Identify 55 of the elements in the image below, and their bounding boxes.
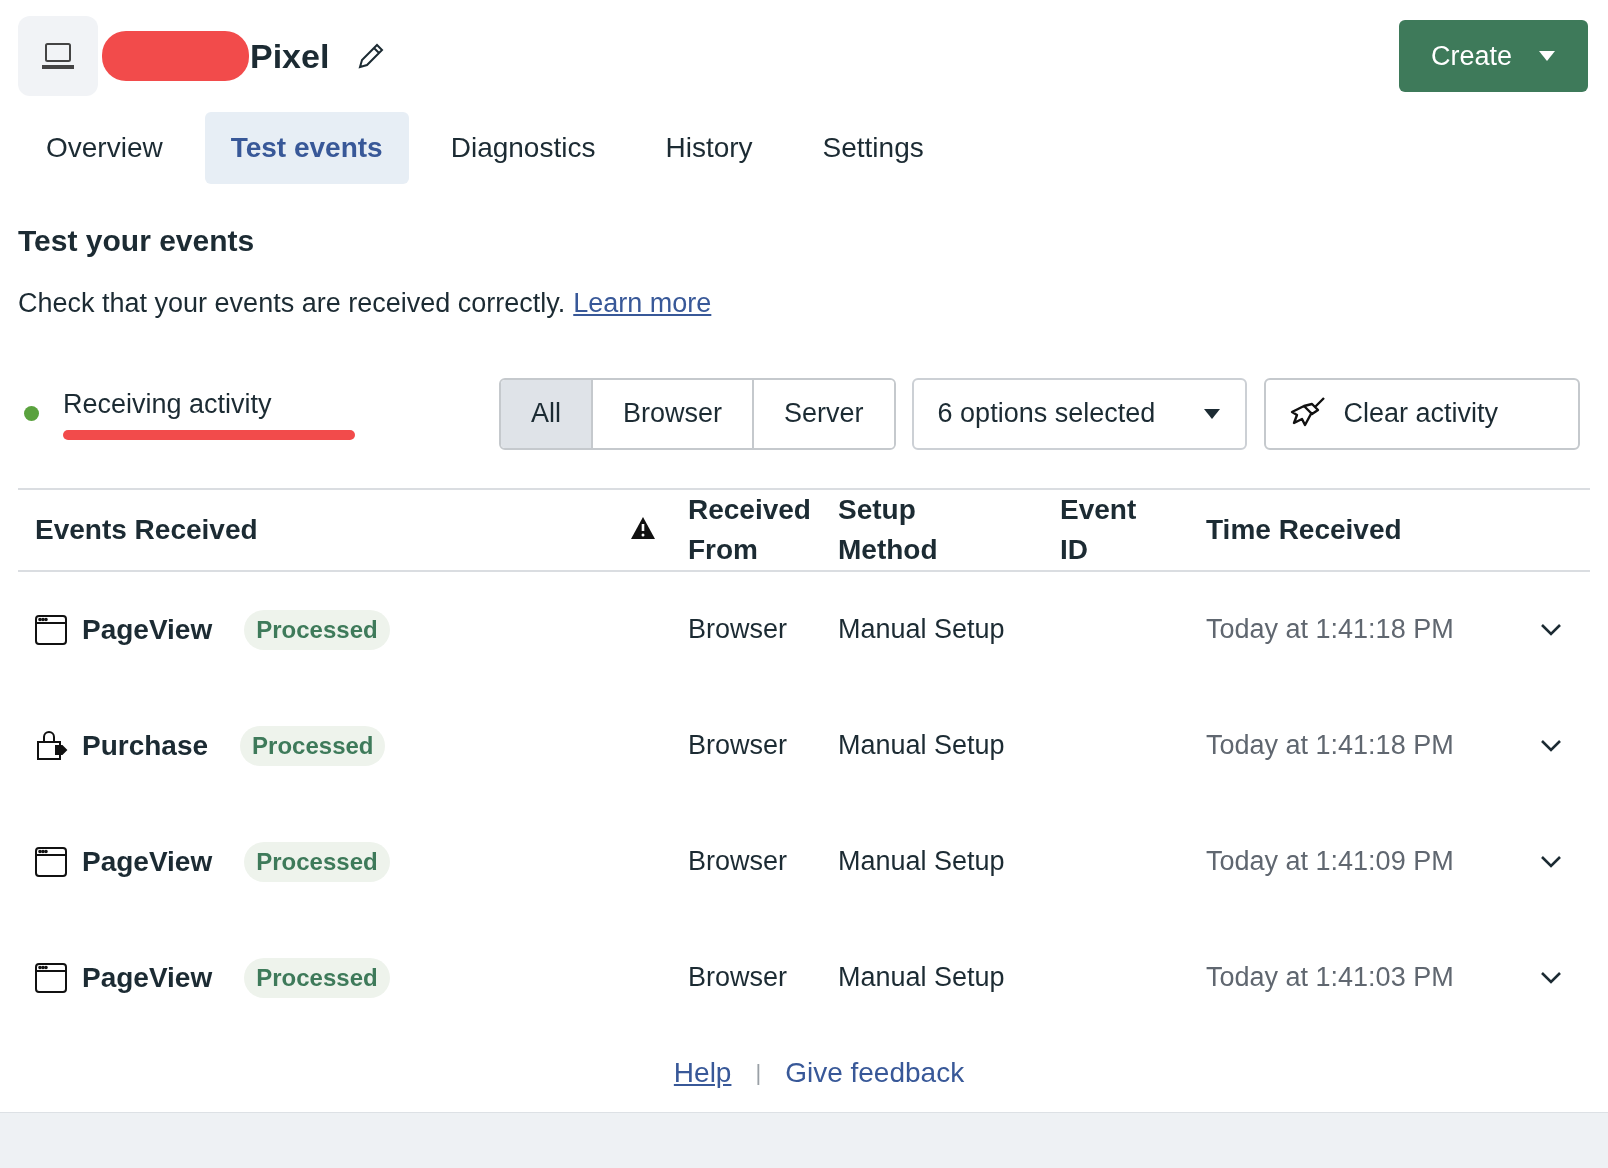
table-cell-text: Today at 1:41:18 PM bbox=[1206, 729, 1455, 763]
table-cell-text: Manual Setup bbox=[838, 845, 1006, 879]
column-header: Events Received bbox=[34, 512, 259, 547]
chevron-down-icon[interactable] bbox=[1540, 738, 1562, 753]
status-badge: Processed bbox=[240, 725, 386, 766]
link-separator: | bbox=[755, 1059, 762, 1087]
table-cell-text: Browser bbox=[688, 961, 789, 995]
tab[interactable]: Test events bbox=[204, 112, 409, 184]
chevron-down-icon[interactable] bbox=[1540, 622, 1562, 637]
table-cell-text: Manual Setup bbox=[838, 729, 1006, 763]
options-dropdown[interactable]: 6 options selected bbox=[911, 377, 1247, 450]
status-badge: Processed bbox=[244, 957, 390, 998]
tab[interactable]: Settings bbox=[794, 112, 952, 184]
pixel-name: Pixel bbox=[250, 35, 330, 77]
chevron-down-icon[interactable] bbox=[1540, 970, 1562, 985]
filter-segment[interactable]: Server bbox=[752, 379, 894, 448]
filter-segment[interactable]: All bbox=[501, 379, 591, 448]
create-button[interactable]: Create bbox=[1398, 20, 1588, 92]
clear-activity-button[interactable]: Clear activity bbox=[1263, 377, 1580, 450]
column-header: Time Received bbox=[1206, 512, 1403, 547]
tab[interactable]: Diagnostics bbox=[422, 112, 624, 184]
tab[interactable]: Overview bbox=[18, 112, 191, 184]
table-cell-text: Today at 1:41:03 PM bbox=[1206, 961, 1455, 995]
warning-icon bbox=[630, 515, 656, 540]
learn-more-link[interactable]: Learn more bbox=[573, 283, 712, 324]
table-cell-text: Browser bbox=[688, 613, 789, 647]
table-cell-text: Browser bbox=[688, 845, 789, 879]
event-name: PageView bbox=[82, 844, 213, 879]
caret-icon bbox=[1538, 50, 1556, 62]
help-link[interactable]: Help bbox=[673, 1051, 732, 1094]
table-cell-text: Today at 1:41:18 PM bbox=[1206, 613, 1455, 647]
browser-window-icon bbox=[34, 613, 68, 646]
table-cell-text: Browser bbox=[688, 729, 789, 763]
laptop-icon bbox=[41, 41, 75, 71]
feedback-link[interactable]: Give feedback bbox=[785, 1051, 965, 1094]
browser-window-icon bbox=[34, 961, 68, 994]
table-cell-text: Manual Setup bbox=[838, 961, 1006, 995]
status-text: Receiving activity bbox=[63, 387, 273, 420]
shopping-bag-icon bbox=[34, 729, 68, 762]
section-title: Test your events bbox=[18, 223, 256, 259]
browser-window-icon bbox=[34, 845, 68, 878]
table-cell-text: Today at 1:41:09 PM bbox=[1206, 845, 1455, 879]
caret-icon bbox=[1202, 407, 1221, 420]
event-name: PageView bbox=[82, 960, 213, 995]
status-badge: Processed bbox=[244, 609, 390, 650]
column-header: Event ID bbox=[1060, 492, 1138, 567]
description-text: Check that your events are received correctly. bbox=[18, 287, 566, 320]
table-cell-text: Manual Setup bbox=[838, 613, 1006, 647]
column-header: Setup Method bbox=[838, 492, 939, 567]
tab[interactable]: History bbox=[637, 112, 781, 184]
event-name: Purchase bbox=[82, 728, 209, 763]
status-badge: Processed bbox=[244, 841, 390, 882]
column-header: Received From bbox=[688, 492, 812, 567]
event-name: PageView bbox=[82, 612, 213, 647]
chevron-down-icon[interactable] bbox=[1540, 854, 1562, 869]
